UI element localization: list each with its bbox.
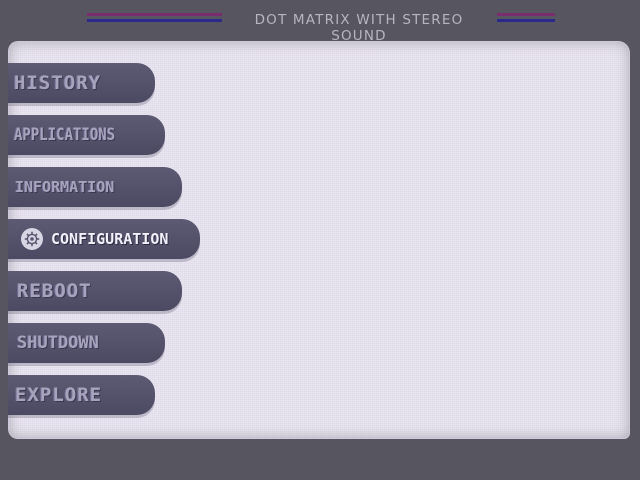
header-title: DOT MATRIX WITH STEREO SOUND — [254, 12, 464, 44]
menu-item-shutdown[interactable]: SHUTDOWN — [8, 323, 165, 363]
menu-item-label: INFORMATION — [15, 178, 115, 196]
display-screen: HISTORY APPLICATIONS INFORMATION CONFIGU… — [8, 41, 630, 439]
menu-item-label: EXPLORE — [15, 384, 103, 406]
menu-item-label: APPLICATIONS — [14, 125, 116, 145]
header-stripe-left-top — [87, 13, 222, 16]
menu-item-configuration[interactable]: CONFIGURATION — [8, 219, 200, 259]
menu-item-history[interactable]: HISTORY — [8, 63, 155, 103]
header-stripe-left-bottom — [87, 19, 222, 22]
menu-item-label: HISTORY — [14, 72, 102, 94]
menu-item-applications[interactable]: APPLICATIONS — [8, 115, 165, 155]
menu-item-label: CONFIGURATION — [51, 230, 169, 248]
header-bar: DOT MATRIX WITH STEREO SOUND — [0, 8, 640, 44]
menu-item-label: SHUTDOWN — [17, 333, 99, 353]
menu-item-label: REBOOT — [17, 280, 92, 302]
header-stripe-right-bottom — [497, 19, 555, 22]
menu-item-information[interactable]: INFORMATION — [8, 167, 182, 207]
menu-item-explore[interactable]: EXPLORE — [8, 375, 155, 415]
menu-item-reboot[interactable]: REBOOT — [8, 271, 182, 311]
gear-icon — [21, 228, 43, 250]
header-stripe-right-top — [497, 13, 555, 16]
